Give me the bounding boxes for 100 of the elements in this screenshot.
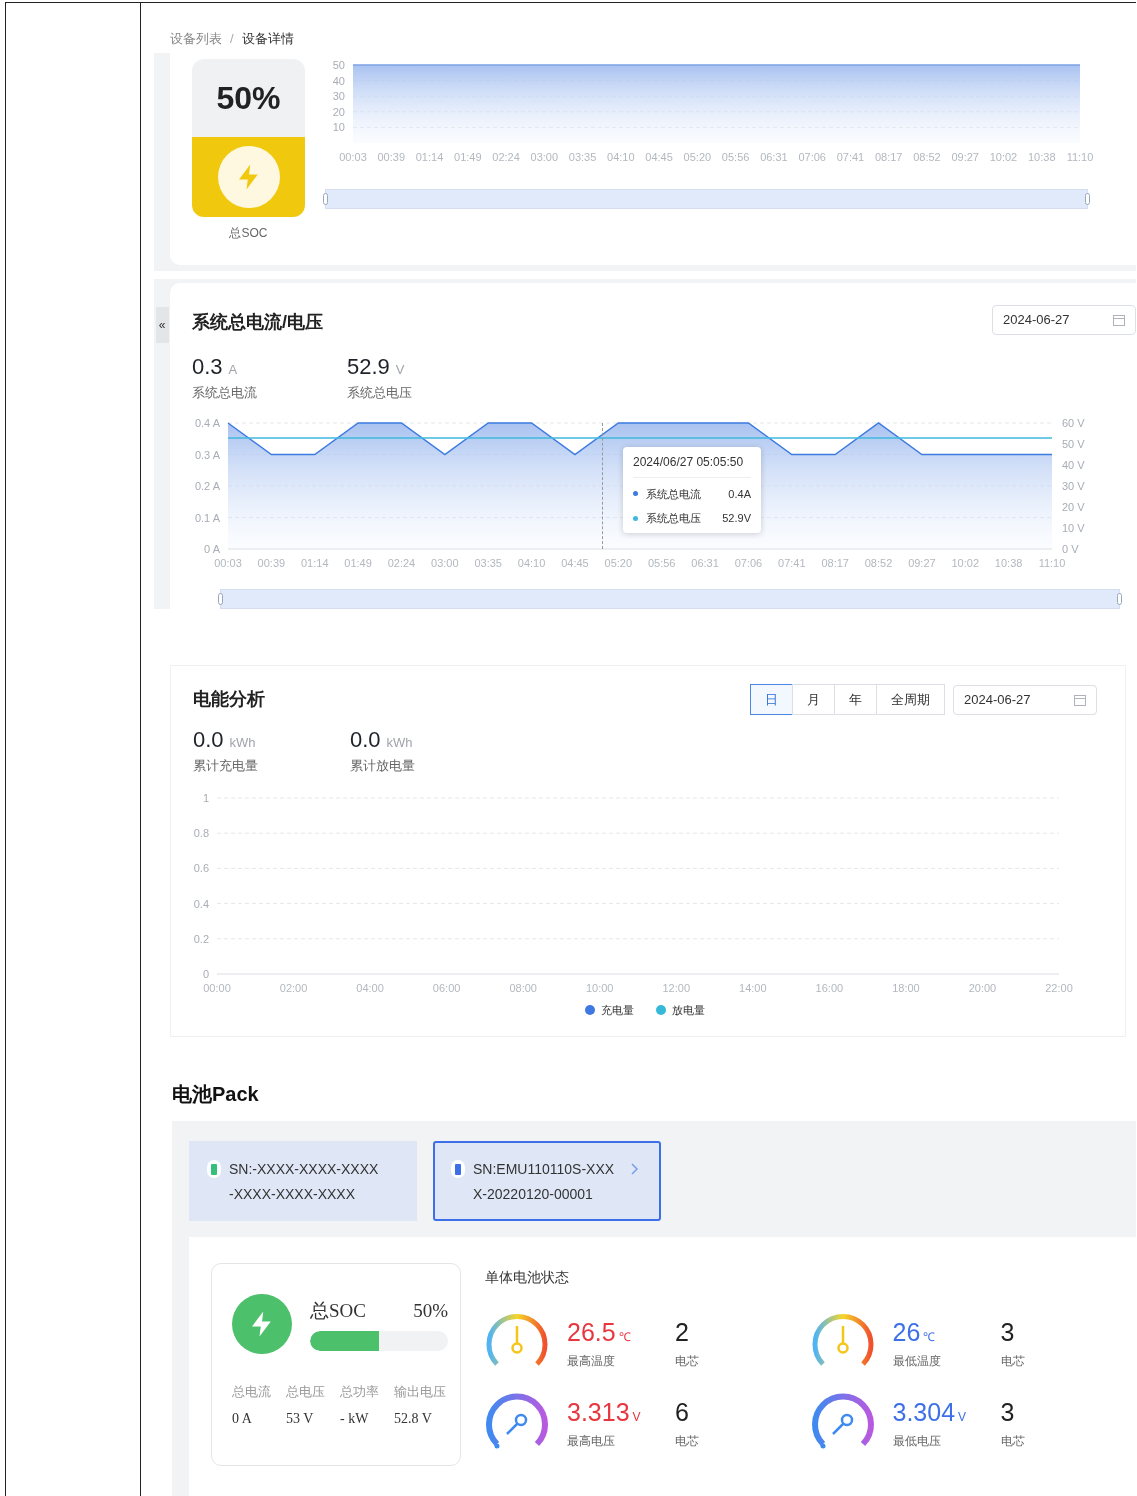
metric-value: 0 A (232, 1409, 253, 1428)
axis-tick-label: 14:00 (739, 981, 767, 994)
axis-tick-label: 11:10 (1038, 556, 1066, 569)
slider-handle[interactable] (218, 592, 223, 605)
axis-tick-label: 0 (202, 967, 209, 980)
axis-tick-label: 60 V (1062, 416, 1085, 429)
axis-tick-label: 50 V (1062, 437, 1085, 450)
axis-tick-label: 08:17 (821, 556, 849, 569)
cell-count: 3 (1000, 1317, 1016, 1349)
axis-tick-label: 04:00 (356, 981, 384, 994)
axis-tick-label: 03:00 (530, 151, 559, 163)
metric-label: 总电压 (286, 1383, 326, 1401)
cell-unit: ℃ (923, 1329, 936, 1347)
axis-tick-label: 00:03 (214, 556, 242, 569)
date-picker[interactable]: 2024-06-27 (992, 305, 1136, 335)
cell-value: 26.5 (567, 1317, 616, 1349)
axis-tick-label: 10 V (1062, 521, 1085, 534)
axis-tick-label: 01:49 (344, 556, 372, 569)
cell-count-label: 电芯 (1000, 1352, 1025, 1370)
axis-tick-label: 05:20 (683, 151, 712, 163)
slider-handle[interactable] (1117, 592, 1122, 605)
axis-tick-label: 02:24 (387, 556, 416, 569)
pack-card[interactable]: SN:EMU110110S-XXXX-20220120-00001 (433, 1141, 661, 1221)
calendar-icon (1074, 693, 1086, 706)
zoom-slider[interactable] (220, 588, 1120, 609)
axis-tick-label: 0.3 A (194, 448, 220, 460)
axis-tick-label: 0.6 (193, 861, 209, 874)
axis-tick-label: 04:10 (607, 151, 635, 163)
cell-count: 3 (1000, 1397, 1016, 1429)
section-title: 电池Pack (172, 1083, 259, 1105)
cell-label: 最高电压 (567, 1432, 616, 1450)
cell-unit: V (958, 1409, 967, 1427)
cell-value: 3.313 (567, 1397, 630, 1429)
cell-value: 26 (892, 1317, 921, 1349)
axis-tick-label: 03:00 (431, 556, 459, 569)
axis-tick-label: 20 (332, 105, 345, 118)
cell-label: 最低电压 (892, 1432, 942, 1450)
calendar-icon (1113, 314, 1125, 326)
stat-value: 52.9 (347, 353, 390, 381)
cell-count-label: 电芯 (1000, 1432, 1025, 1450)
axis-tick-label: 07:41 (778, 556, 806, 569)
card-title: 系统总电流/电压 (192, 311, 323, 334)
breadcrumb-separator: / (230, 30, 234, 49)
stat-value: 0.3 (192, 353, 223, 381)
stat-value: 0.0 (350, 726, 381, 754)
axis-tick-label: 0.4 A (194, 416, 220, 429)
stat-unit: A (228, 361, 238, 379)
stat-label: 累计放电量 (350, 757, 415, 775)
axis-tick-label: 01:14 (415, 151, 444, 163)
cell-count-label: 电芯 (675, 1432, 699, 1450)
metric-label: 总电流 (232, 1383, 272, 1401)
cell-unit: ℃ (618, 1329, 631, 1347)
pack-card[interactable]: SN:-XXXX-XXXX-XXXX-XXXX-XXXX-XXXX (189, 1141, 417, 1221)
axis-tick-label: 0 A (204, 542, 220, 555)
stat-value: 0.0 (193, 726, 224, 754)
axis-tick-label: 08:00 (509, 981, 537, 994)
slider-handle[interactable] (323, 193, 328, 205)
collapse-button[interactable]: « (155, 307, 169, 343)
axis-tick-label: 07:06 (798, 151, 826, 163)
axis-tick-label: 01:49 (454, 151, 482, 163)
breadcrumb-link[interactable]: 设备列表 (170, 29, 222, 49)
axis-tick-label: 12:00 (662, 981, 691, 994)
axis-tick-label: 05:20 (604, 556, 633, 569)
tooltip-series-name: 系统总电压 (646, 511, 702, 526)
axis-tick-label: 09:27 (951, 151, 979, 163)
cell-label: 最高温度 (567, 1352, 616, 1370)
period-tab[interactable]: 全周期 (876, 684, 945, 715)
metric-label: 总功率 (340, 1383, 380, 1401)
chevron-right-icon (631, 1163, 639, 1175)
tooltip-series-name: 系统总电流 (646, 486, 702, 502)
axis-tick-label: 00:03 (339, 151, 367, 163)
axis-tick-label: 1 (202, 791, 209, 804)
axis-tick-label: 03:35 (568, 151, 597, 163)
axis-tick-label: 20 V (1062, 500, 1085, 513)
axis-tick-label: 03:35 (474, 556, 502, 569)
date-picker[interactable]: 2024-06-27 (953, 684, 1097, 715)
axis-tick-label: 08:52 (913, 151, 941, 163)
zoom-slider[interactable] (325, 189, 1088, 209)
period-tab[interactable]: 月 (792, 684, 835, 715)
axis-tick-label: 05:56 (647, 556, 676, 569)
breadcrumb-current: 设备详情 (241, 30, 294, 49)
metric-label: 输出电压 (394, 1383, 447, 1401)
period-tab[interactable]: 日 (750, 684, 793, 715)
soc-label: 总SOC (310, 1298, 366, 1323)
axis-tick-label: 04:45 (561, 556, 589, 569)
stat-label: 系统总电流 (192, 384, 257, 402)
slider-handle[interactable] (1085, 193, 1090, 205)
axis-tick-label: 10:00 (585, 981, 614, 994)
tooltip-value: 52.9V (722, 511, 751, 526)
stat-unit: V (395, 361, 405, 379)
axis-tick-label: 30 (332, 90, 345, 103)
axis-tick-label: 00:39 (257, 556, 286, 569)
legend-label: 充电量 (601, 1002, 634, 1018)
axis-tick-label: 00:00 (203, 981, 231, 994)
tooltip-value: 0.4A (728, 486, 751, 502)
period-tab[interactable]: 年 (834, 684, 877, 715)
axis-tick-label: 00:39 (377, 151, 406, 163)
axis-tick-label: 0.4 (193, 897, 209, 910)
axis-tick-label: 05:56 (721, 151, 750, 163)
tooltip-time: 2024/06/27 05:05:50 (633, 452, 751, 478)
